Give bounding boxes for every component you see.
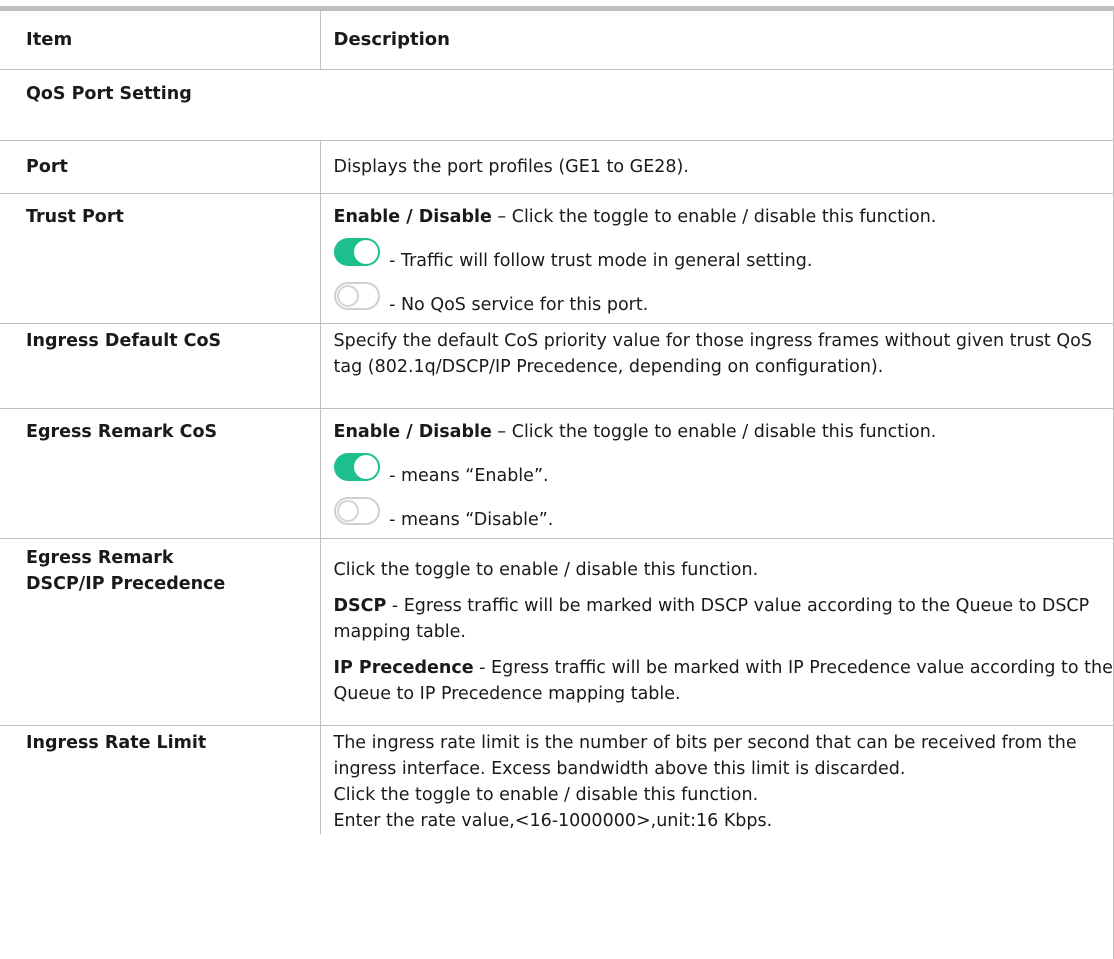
row-item-port: Port xyxy=(0,140,320,194)
egress-cos-intro-bold: Enable / Disable xyxy=(333,422,492,442)
table-row-ingress-default-cos: Ingress Default CoS Specify the default … xyxy=(0,323,1114,409)
row-desc-egress-remark-cos: Enable / Disable – Click the toggle to e… xyxy=(319,408,1114,539)
table-header-row: Item Description xyxy=(0,11,1114,70)
toggle-off-icon xyxy=(333,282,380,310)
row-desc-ingress-rate-limit: The ingress rate limit is the number of … xyxy=(319,725,1114,834)
row-desc-trust-port: Enable / Disable – Click the toggle to e… xyxy=(319,193,1114,324)
egress-dscp-item-line2: DSCP/IP Precedence xyxy=(26,574,226,594)
egress-dscp-item-line1: Egress Remark xyxy=(26,548,174,568)
row-desc-port: Displays the port profiles (GE1 to GE28)… xyxy=(319,140,1114,194)
row-item-egress-remark-dscp: Egress Remark DSCP/IP Precedence xyxy=(0,538,320,726)
trust-port-intro-bold: Enable / Disable xyxy=(333,207,492,227)
section-row: QoS Port Setting xyxy=(0,70,1114,141)
section-title: QoS Port Setting xyxy=(26,84,192,104)
description-table: Item Description QoS Port Setting Port D… xyxy=(0,11,1114,834)
header-item: Item xyxy=(0,11,320,70)
rate-limit-text3: Enter the rate value,<16-1000000>,unit:1… xyxy=(333,811,773,831)
table-row-egress-remark-cos: Egress Remark CoS Enable / Disable – Cli… xyxy=(0,408,1114,539)
table-row-trust-port: Trust Port Enable / Disable – Click the … xyxy=(0,193,1114,324)
table-row-egress-remark-dscp: Egress Remark DSCP/IP Precedence Click t… xyxy=(0,538,1114,726)
toggle-on-icon xyxy=(333,238,380,266)
trust-port-off-text: - No QoS service for this port. xyxy=(389,295,649,315)
toggle-off-icon xyxy=(333,497,380,525)
toggle-on-icon xyxy=(333,453,380,481)
table-row-port: Port Displays the port profiles (GE1 to … xyxy=(0,140,1114,194)
egress-dscp-dscp-rest: - Egress traffic will be marked with DSC… xyxy=(333,596,1090,642)
egress-dscp-intro: Click the toggle to enable / disable thi… xyxy=(333,560,759,580)
row-item-trust-port: Trust Port xyxy=(0,193,320,324)
row-item-ingress-rate-limit: Ingress Rate Limit xyxy=(0,725,320,834)
rate-limit-text2: Click the toggle to enable / disable thi… xyxy=(333,785,759,805)
row-desc-ingress-default-cos: Specify the default CoS priority value f… xyxy=(319,323,1114,409)
egress-dscp-ipp-bold: IP Precedence xyxy=(333,658,474,678)
egress-cos-on-text: - means “Enable”. xyxy=(389,466,549,486)
table-row-ingress-rate-limit: Ingress Rate Limit The ingress rate limi… xyxy=(0,725,1114,834)
egress-cos-off-text: - means “Disable”. xyxy=(389,510,554,530)
header-description: Description xyxy=(319,11,1114,70)
trust-port-on-text: - Traffic will follow trust mode in gene… xyxy=(389,251,813,271)
egress-dscp-dscp-bold: DSCP xyxy=(333,596,387,616)
row-item-ingress-default-cos: Ingress Default CoS xyxy=(0,323,320,409)
row-desc-egress-remark-dscp: Click the toggle to enable / disable thi… xyxy=(319,538,1114,726)
row-item-egress-remark-cos: Egress Remark CoS xyxy=(0,408,320,539)
rate-limit-text1: The ingress rate limit is the number of … xyxy=(333,733,1077,779)
egress-cos-intro-rest: – Click the toggle to enable / disable t… xyxy=(491,422,937,442)
trust-port-intro-rest: – Click the toggle to enable / disable t… xyxy=(491,207,937,227)
